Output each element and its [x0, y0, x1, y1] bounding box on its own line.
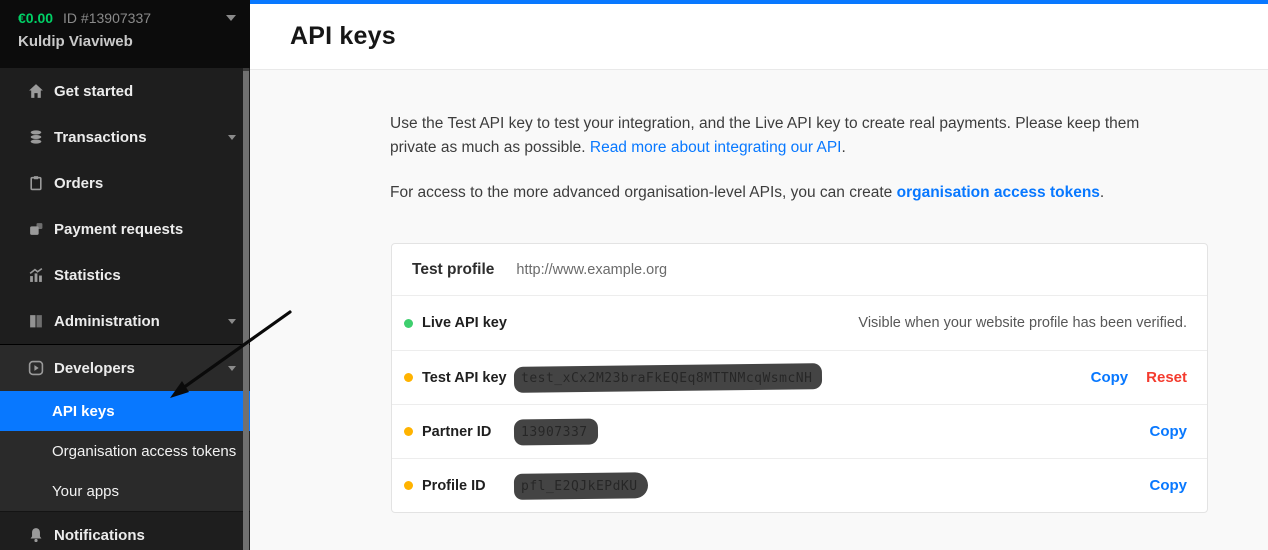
organisation-access-tokens-link[interactable]: organisation access tokens [897, 184, 1100, 201]
table-row-live-api-key: Live API key Visible when your website p… [392, 296, 1207, 350]
test-api-key-value: test_xCx2M23braFkEQEq8MTTNMcqWsmcNH [521, 369, 812, 387]
clipboard-icon [28, 175, 44, 191]
chevron-down-icon [228, 135, 236, 140]
page-header: API keys [250, 4, 1268, 70]
read-more-api-link[interactable]: Read more about integrating our API [590, 139, 842, 156]
sidebar-item-transactions[interactable]: Transactions [0, 114, 250, 160]
sidebar-item-statistics[interactable]: Statistics [0, 252, 250, 298]
table-row-test-api-key: Test API key test_xCx2M23braFkEQEq8MTTNM… [392, 350, 1207, 404]
intro-text-2: For access to the more advanced organisa… [390, 184, 897, 201]
sidebar-item-label: Administration [54, 313, 160, 330]
intro-paragraph-2: For access to the more advanced organisa… [390, 181, 1190, 205]
account-id: ID #13907337 [63, 10, 151, 26]
copy-test-key-button[interactable]: Copy [1091, 369, 1129, 386]
sidebar-item-developers[interactable]: Developers [0, 345, 250, 391]
sidebar-item-label: Get started [54, 83, 133, 100]
table-row-profile-id: Profile ID pfl_E2QJkEPdKU Copy [392, 458, 1207, 512]
sidebar-subitem-label: Organisation access tokens [52, 443, 236, 460]
stats-icon [28, 267, 44, 283]
sidebar-item-label: Payment requests [54, 221, 183, 238]
sidebar-item-api-keys[interactable]: API keys [0, 391, 250, 431]
live-status-dot-icon [404, 319, 413, 328]
sidebar-item-administration[interactable]: Administration [0, 298, 250, 344]
profile-status-dot-icon [404, 481, 413, 490]
copy-partner-id-button[interactable]: Copy [1150, 423, 1188, 440]
profile-id-value: pfl_E2QJkEPdKU [521, 477, 638, 495]
sidebar-item-label: Notifications [54, 527, 145, 544]
test-status-dot-icon [404, 373, 413, 382]
developer-icon [28, 360, 44, 376]
intro-paragraph-1: Use the Test API key to test your integr… [390, 112, 1190, 159]
sidebar-item-orders[interactable]: Orders [0, 160, 250, 206]
profile-header: Test profile http://www.example.org [392, 244, 1207, 296]
sidebar: €0.00 ID #13907337 Kuldip Viaviweb Get s… [0, 0, 250, 550]
account-name: Kuldip Viaviweb [18, 33, 236, 50]
sidebar-item-get-started[interactable]: Get started [0, 68, 250, 114]
row-label: Test API key [422, 370, 521, 386]
reset-test-key-button[interactable]: Reset [1146, 369, 1187, 386]
sidebar-item-label: Statistics [54, 267, 121, 284]
partner-id-value: 13907337 [521, 423, 588, 441]
page-title: API keys [290, 22, 396, 51]
table-row-partner-id: Partner ID 13907337 Copy [392, 404, 1207, 458]
main-content: Use the Test API key to test your integr… [250, 71, 1268, 550]
sidebar-scrollbar-thumb[interactable] [243, 71, 249, 550]
sidebar-item-label: Developers [54, 360, 135, 377]
chevron-down-icon [228, 366, 236, 371]
verification-note: Visible when your website profile has be… [858, 315, 1187, 331]
home-icon [28, 83, 44, 99]
sidebar-item-notifications[interactable]: Notifications [0, 512, 250, 550]
account-switcher[interactable]: €0.00 ID #13907337 Kuldip Viaviweb [0, 0, 250, 68]
account-caret-icon[interactable] [226, 15, 236, 21]
partner-status-dot-icon [404, 427, 413, 436]
payment-request-icon [28, 221, 44, 237]
row-label: Profile ID [422, 478, 521, 494]
sidebar-subitem-label: Your apps [52, 483, 119, 500]
sidebar-subitem-label: API keys [52, 403, 115, 420]
book-icon [28, 313, 44, 329]
sidebar-item-payment-requests[interactable]: Payment requests [0, 206, 250, 252]
copy-profile-id-button[interactable]: Copy [1150, 477, 1188, 494]
bell-icon [28, 527, 44, 543]
row-label: Partner ID [422, 424, 521, 440]
profile-name: Test profile [412, 261, 494, 279]
account-balance: €0.00 [18, 10, 53, 26]
sidebar-scrollbar[interactable] [243, 68, 249, 550]
sidebar-item-your-apps[interactable]: Your apps [0, 471, 250, 511]
coins-icon [28, 129, 44, 145]
row-label: Live API key [422, 315, 521, 331]
sidebar-item-label: Orders [54, 175, 103, 192]
chevron-down-icon [228, 319, 236, 324]
redaction-scribble [514, 418, 598, 445]
profile-url: http://www.example.org [516, 262, 667, 278]
developers-section: Developers API keys Organisation access … [0, 344, 250, 511]
redaction-scribble [514, 363, 823, 393]
redaction-scribble [514, 472, 648, 500]
api-keys-card: Test profile http://www.example.org Live… [391, 243, 1208, 513]
notifications-section: Notifications [0, 511, 250, 550]
sidebar-item-label: Transactions [54, 129, 147, 146]
sidebar-item-organisation-access-tokens[interactable]: Organisation access tokens [0, 431, 250, 471]
